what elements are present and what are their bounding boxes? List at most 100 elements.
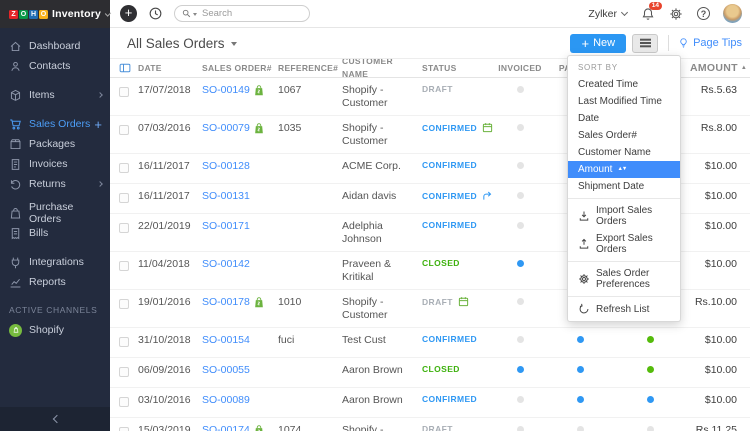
table-row[interactable]: 03/10/2016 SO-00089 Aaron Brown CONFIRME… bbox=[110, 388, 750, 418]
brand-logo[interactable]: Z O H O Inventory bbox=[0, 0, 112, 28]
chevron-right-icon bbox=[97, 181, 103, 187]
menu-item-refresh[interactable]: Refresh List bbox=[568, 300, 680, 318]
global-search[interactable] bbox=[174, 5, 310, 22]
sort-option[interactable]: Shipment Date ▲▼ bbox=[568, 178, 680, 195]
row-checkbox[interactable] bbox=[119, 193, 129, 203]
sort-option[interactable]: Created Time ▲▼ bbox=[568, 76, 680, 93]
org-name: Zylker bbox=[588, 7, 617, 20]
row-checkbox[interactable] bbox=[119, 397, 129, 407]
zoho-inventory-app: Z O H O Inventory Dashboard Contacts Ite… bbox=[0, 0, 750, 431]
menu-item-import[interactable]: Import Sales Orders bbox=[568, 202, 680, 230]
product-name: Inventory bbox=[52, 8, 102, 20]
header-amount[interactable]: AMOUNT ▲ bbox=[690, 62, 750, 74]
row-checkbox[interactable] bbox=[119, 163, 129, 173]
sidebar-item-label: Contacts bbox=[29, 60, 71, 72]
header-sales-order[interactable]: SALES ORDER# bbox=[202, 63, 278, 73]
header-reference[interactable]: REFERENCE# bbox=[278, 63, 342, 73]
sort-option[interactable]: Sales Order# ▲▼ bbox=[568, 127, 680, 144]
sidebar-item-integrations[interactable]: Integrations bbox=[0, 252, 110, 272]
sort-option[interactable]: Customer Name ▲▼ bbox=[568, 144, 680, 161]
invoiced-dot bbox=[516, 426, 524, 431]
recent-history-icon[interactable] bbox=[148, 6, 163, 21]
row-checkbox[interactable] bbox=[119, 299, 129, 309]
shopify-bag-icon bbox=[255, 84, 263, 95]
sidebar-item-bills[interactable]: Bills bbox=[0, 223, 110, 243]
search-scope-caret-icon[interactable] bbox=[193, 12, 197, 16]
invoiced-dot bbox=[516, 260, 524, 267]
sort-option[interactable]: Amount ▲▼ bbox=[568, 161, 680, 178]
row-checkbox[interactable] bbox=[119, 427, 129, 431]
sidebar-item-label: Returns bbox=[29, 178, 66, 190]
table-row[interactable]: 06/09/2016 SO-00055 Aaron Brown CLOSED $… bbox=[110, 358, 750, 388]
sidebar-item-dashboard[interactable]: Dashboard bbox=[0, 36, 110, 56]
sales-order-link[interactable]: SO-00128 bbox=[202, 160, 250, 172]
sales-order-link[interactable]: SO-00142 bbox=[202, 258, 250, 270]
sales-order-link[interactable]: SO-00079 bbox=[202, 122, 250, 134]
sidebar-item-reports[interactable]: Reports bbox=[0, 272, 110, 292]
sidebar-item-packages[interactable]: Packages bbox=[0, 134, 110, 154]
help-button[interactable]: ? bbox=[697, 7, 710, 20]
export-icon bbox=[578, 238, 590, 250]
sidebar-item-purchase-orders[interactable]: Purchase Orders bbox=[0, 201, 110, 225]
sidebar-item-invoices[interactable]: Invoices bbox=[0, 154, 110, 174]
shopify-bag-icon bbox=[255, 122, 263, 133]
menu-item-export[interactable]: Export Sales Orders bbox=[568, 230, 680, 258]
status-badge: CONFIRMED bbox=[422, 190, 478, 201]
status-badge: CONFIRMED bbox=[422, 122, 478, 133]
add-sales-order-icon[interactable]: + bbox=[94, 118, 102, 131]
sales-order-link[interactable]: SO-00174 bbox=[202, 424, 250, 431]
org-selector[interactable]: Zylker bbox=[588, 7, 629, 20]
sidebar-item-sales-orders[interactable]: Sales Orders + bbox=[0, 114, 110, 134]
row-checkbox[interactable] bbox=[119, 125, 129, 135]
chevron-down-icon bbox=[230, 42, 237, 46]
sales-order-link[interactable]: SO-00055 bbox=[202, 364, 250, 376]
sort-option[interactable]: Date ▲▼ bbox=[568, 110, 680, 127]
dropship-icon bbox=[482, 190, 493, 201]
sidebar-item-contacts[interactable]: Contacts bbox=[0, 56, 110, 76]
sales-order-link[interactable]: SO-00089 bbox=[202, 394, 250, 406]
header-date[interactable]: DATE bbox=[138, 63, 202, 73]
shopify-icon bbox=[9, 323, 22, 337]
page-tips-link[interactable]: Page Tips bbox=[678, 37, 742, 49]
cell-date: 03/10/2016 bbox=[138, 394, 191, 406]
sales-order-link[interactable]: SO-00131 bbox=[202, 190, 250, 202]
sidebar-item-items[interactable]: Items bbox=[0, 85, 110, 105]
sidebar-collapse-button[interactable] bbox=[0, 407, 110, 431]
table-row[interactable]: 15/03/2019 SO-00174 1074 Shopify - Custo… bbox=[110, 418, 750, 431]
status-badge: CLOSED bbox=[422, 258, 460, 268]
list-options-button[interactable] bbox=[632, 33, 659, 53]
cell-reference: fuci bbox=[278, 334, 295, 346]
chevron-left-icon bbox=[52, 414, 61, 424]
header-invoiced[interactable]: INVOICED bbox=[494, 63, 550, 73]
quick-create-button[interactable]: + bbox=[120, 5, 137, 22]
cell-customer: Aaron Brown bbox=[342, 364, 403, 376]
header-customer[interactable]: CUSTOMER NAME bbox=[342, 59, 422, 81]
menu-item-preferences[interactable]: Sales Order Preferences bbox=[568, 265, 680, 293]
cell-customer: ACME Corp. bbox=[342, 160, 401, 172]
sort-option[interactable]: Last Modified Time ▲▼ bbox=[568, 93, 680, 110]
sales-order-link[interactable]: SO-00178 bbox=[202, 296, 250, 308]
row-checkbox[interactable] bbox=[119, 223, 129, 233]
row-checkbox[interactable] bbox=[119, 261, 129, 271]
view-selector[interactable]: All Sales Orders bbox=[127, 36, 237, 51]
row-checkbox[interactable] bbox=[119, 367, 129, 377]
sidebar-item-returns[interactable]: Returns bbox=[0, 174, 110, 194]
settings-button[interactable] bbox=[669, 7, 683, 21]
zoho-logo-icon: Z O H O bbox=[9, 9, 48, 19]
header-status[interactable]: STATUS bbox=[422, 63, 494, 73]
row-checkbox[interactable] bbox=[119, 87, 129, 97]
new-button[interactable]: + New bbox=[570, 33, 627, 53]
table-row[interactable]: 31/10/2018 SO-00154 fuci Test Cust CONFI… bbox=[110, 328, 750, 358]
sales-order-link[interactable]: SO-00171 bbox=[202, 220, 250, 232]
sidebar-item-label: Dashboard bbox=[29, 40, 81, 52]
sales-order-link[interactable]: SO-00154 bbox=[202, 334, 250, 346]
sales-order-link[interactable]: SO-00149 bbox=[202, 84, 250, 96]
sidebar-nav: Dashboard Contacts Items Sales Orders + … bbox=[0, 28, 110, 340]
notifications-button[interactable]: 14 bbox=[641, 1, 662, 21]
column-customize-icon[interactable] bbox=[110, 62, 138, 74]
user-avatar[interactable] bbox=[723, 4, 742, 23]
sidebar-item-shopify[interactable]: Shopify bbox=[0, 320, 110, 340]
row-checkbox[interactable] bbox=[119, 337, 129, 347]
search-input[interactable] bbox=[202, 8, 292, 19]
sidebar: Z O H O Inventory Dashboard Contacts Ite… bbox=[0, 0, 112, 431]
